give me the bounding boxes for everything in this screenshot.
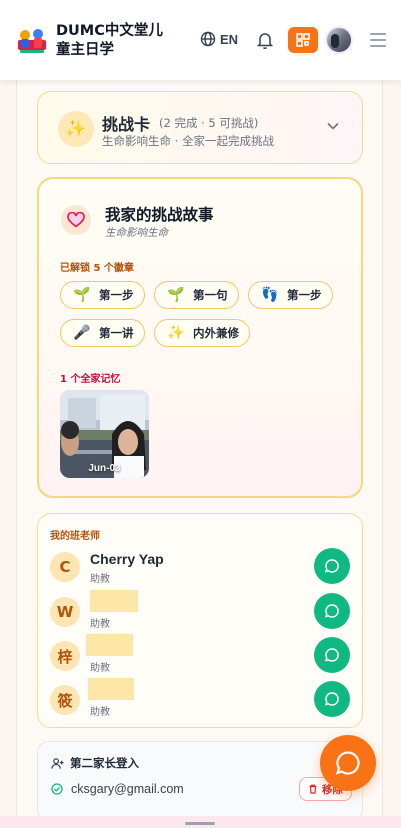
heart-icon xyxy=(61,205,91,235)
qr-code-icon xyxy=(296,33,310,47)
teacher-row: 筱 助教 xyxy=(50,678,350,720)
challenge-subtitle: 生命影响生命 · 全家一起完成挑战 xyxy=(102,134,274,148)
sparkles-icon: ✨ xyxy=(167,325,185,341)
footprints-icon: 👣 xyxy=(261,287,279,303)
teacher-role: 助教 xyxy=(90,663,110,674)
badge-label: 第一讲 xyxy=(99,326,134,340)
chat-bubble-icon xyxy=(324,604,339,618)
home-indicator xyxy=(185,822,215,825)
sprout-icon: 🌱 xyxy=(167,287,185,303)
chat-button[interactable] xyxy=(314,681,350,717)
teacher-row: W 助教 xyxy=(50,590,350,632)
teacher-avatar: C xyxy=(50,552,80,582)
badges-heading: 已解锁 5 个徽章 xyxy=(60,263,134,274)
hamburger-menu-icon[interactable] xyxy=(370,33,386,47)
chat-button[interactable] xyxy=(314,548,350,584)
badge-label: 内外兼修 xyxy=(193,326,239,340)
teacher-avatar: 梓 xyxy=(50,641,80,671)
second-parent-title: 第二家长登入 xyxy=(70,756,139,770)
teacher-avatar: W xyxy=(50,597,80,627)
language-switcher[interactable]: EN xyxy=(200,31,238,47)
app-title: DUMC中文堂儿童主日学 xyxy=(56,23,163,58)
qr-code-button[interactable] xyxy=(288,27,318,53)
logo-icon[interactable] xyxy=(16,26,48,54)
teachers-card: 我的班老师 C Cherry Yap 助教 W 助教 梓 助教 筱 助教 xyxy=(37,513,363,728)
badge[interactable]: 🌱 第一句 xyxy=(154,281,239,309)
teacher-name: Cherry Yap xyxy=(90,551,164,567)
memory-photo[interactable]: Jun-03 xyxy=(60,390,149,478)
sprout-icon: 🌱 xyxy=(73,287,91,303)
chat-button[interactable] xyxy=(314,637,350,673)
chat-button[interactable] xyxy=(314,593,350,629)
teacher-row: 梓 助教 xyxy=(50,634,350,676)
language-label: EN xyxy=(220,31,239,47)
app-header: DUMC中文堂儿童主日学 EN xyxy=(0,0,401,80)
chat-bubble-icon xyxy=(324,648,339,662)
chat-bubble-icon xyxy=(324,692,339,706)
teacher-avatar: 筱 xyxy=(50,685,80,715)
teacher-name-redacted xyxy=(90,590,138,612)
bell-icon[interactable] xyxy=(257,31,273,49)
chat-fab-button[interactable] xyxy=(320,735,376,791)
globe-icon xyxy=(200,31,216,47)
teacher-role: 助教 xyxy=(90,619,110,630)
teachers-heading: 我的班老师 xyxy=(50,531,100,542)
check-circle-icon xyxy=(51,783,63,795)
story-subtitle: 生命影响生命 xyxy=(105,227,168,239)
chevron-down-icon[interactable] xyxy=(327,122,339,130)
badge[interactable]: 🎤 第一讲 xyxy=(60,319,145,347)
teacher-name-redacted xyxy=(86,634,133,656)
second-parent-card: 第二家长登入 cksgary@gmail.com 移除 xyxy=(37,741,363,821)
teacher-role: 助教 xyxy=(90,574,110,585)
second-parent-email: cksgary@gmail.com xyxy=(71,782,184,796)
user-plus-icon xyxy=(51,757,64,769)
badge[interactable]: 🌱 第一步 xyxy=(60,281,145,309)
badge-label: 第一步 xyxy=(99,288,134,302)
teacher-row: C Cherry Yap 助教 xyxy=(50,548,350,587)
badge[interactable]: ✨ 内外兼修 xyxy=(154,319,250,347)
chat-bubble-icon xyxy=(335,751,360,775)
badge-label: 第一步 xyxy=(287,288,322,302)
family-story-card: 我家的挑战故事 生命影响生命 已解锁 5 个徽章 🌱 第一步 🌱 第一句 👣 第… xyxy=(37,177,363,498)
challenge-title: 挑战卡 xyxy=(102,115,151,134)
second-parent-email-row: cksgary@gmail.com xyxy=(51,782,184,796)
challenge-card[interactable]: ✨ 挑战卡 (2 完成 · 5 可挑战) 生命影响生命 · 全家一起完成挑战 xyxy=(37,91,363,164)
microphone-icon: 🎤 xyxy=(73,325,91,341)
trash-icon xyxy=(309,784,317,794)
challenge-stats: (2 完成 · 5 可挑战) xyxy=(159,116,259,130)
badge-label: 第一句 xyxy=(193,288,228,302)
sparkles-icon: ✨ xyxy=(58,111,94,147)
teacher-role: 助教 xyxy=(90,707,110,718)
story-title: 我家的挑战故事 xyxy=(105,206,214,224)
memories-heading: 1 个全家记忆 xyxy=(60,374,121,385)
teacher-name-redacted xyxy=(88,678,134,700)
second-parent-title-row: 第二家长登入 xyxy=(51,755,139,771)
memory-date: Jun-03 xyxy=(88,463,121,474)
user-avatar[interactable] xyxy=(325,26,353,54)
badge[interactable]: 👣 第一步 xyxy=(248,281,333,309)
chat-bubble-icon xyxy=(324,559,339,573)
